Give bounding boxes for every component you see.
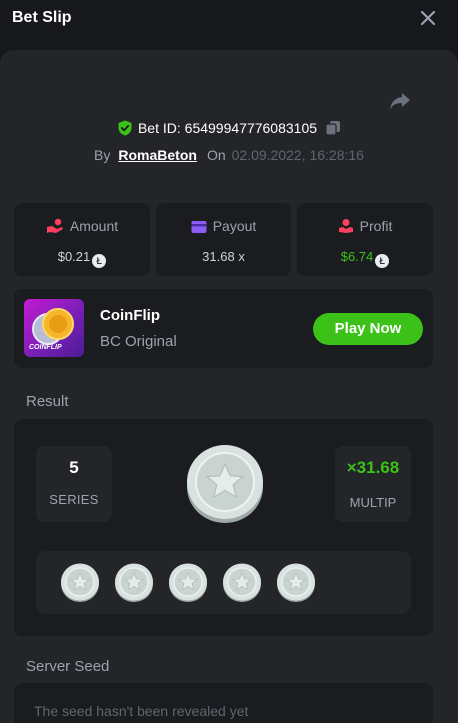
shield-check-icon (118, 120, 132, 136)
close-icon[interactable] (418, 8, 438, 28)
currency-coin-icon: Ł (92, 254, 107, 268)
amount-label: Amount (69, 218, 119, 234)
series-card: 5 SERIES (36, 446, 112, 522)
payout-card: Payout 31.68 x (156, 203, 291, 276)
profit-card: Profit $6.74 Ł (297, 203, 433, 276)
page-title: Bet Slip (12, 9, 72, 26)
star-coin-icon (223, 563, 261, 602)
amount-hand-icon (46, 218, 63, 233)
header: Bet Slip (0, 0, 458, 40)
star-coin-icon (187, 445, 263, 523)
bet-id: Bet ID: 65499947776083105 (137, 120, 318, 136)
server-seed-label: Server Seed (26, 658, 110, 675)
amount-value: $0.21 (57, 249, 91, 264)
series-label: SERIES (49, 492, 99, 507)
profit-icon (338, 219, 353, 233)
star-coin-icon (115, 563, 153, 602)
server-seed-text: The seed hasn't been revealed yet (34, 703, 249, 719)
bet-author-row: By RomaBeton On 02.09.2022, 16:28:16 (0, 147, 458, 167)
payout-value: 31.68 x (202, 249, 245, 264)
result-label: Result (26, 393, 69, 410)
play-now-button[interactable]: Play Now (313, 313, 423, 345)
game-card: COINFLIP CoinFlip BC Original Play Now (14, 289, 433, 368)
star-coin-icon (277, 563, 315, 602)
series-value: 5 (69, 458, 79, 477)
game-name: CoinFlip (100, 307, 160, 324)
amount-label-row: Amount (14, 218, 150, 234)
share-icon[interactable] (388, 90, 412, 112)
game-subtitle: BC Original (100, 333, 177, 350)
on-label: On (206, 147, 226, 163)
server-seed-box: The seed hasn't been revealed yet (14, 683, 433, 723)
multiplier-value: ×31.68 (346, 458, 400, 477)
thumbnail-text: COINFLIP (29, 344, 62, 351)
copy-icon[interactable] (325, 120, 341, 136)
result-panel: 5 SERIES ×31.68 MULTIP (14, 419, 433, 636)
payout-card-icon (191, 221, 207, 233)
coin-history-strip (36, 551, 411, 614)
profit-label: Profit (359, 218, 393, 234)
amount-card: Amount $0.21 Ł (14, 203, 150, 276)
payout-label: Payout (212, 218, 257, 234)
amount-value-row: $0.21 Ł (14, 249, 150, 268)
payout-label-row: Payout (156, 218, 291, 234)
currency-coin-icon: Ł (375, 254, 390, 268)
game-thumbnail[interactable]: COINFLIP (24, 299, 84, 357)
profit-label-row: Profit (297, 218, 433, 234)
profit-value: $6.74 (340, 249, 374, 264)
bet-datetime: 02.09.2022, 16:28:16 (231, 147, 364, 163)
star-coin-icon (61, 563, 99, 602)
multiplier-label: MULTIP (349, 495, 397, 510)
bet-id-row: Bet ID: 65499947776083105 (0, 120, 458, 140)
multiplier-card: ×31.68 MULTIP (335, 446, 411, 522)
username-link[interactable]: RomaBeton (118, 147, 197, 163)
profit-value-row: $6.74 Ł (297, 249, 433, 268)
star-coin-icon (169, 563, 207, 602)
by-label: By (94, 147, 111, 163)
